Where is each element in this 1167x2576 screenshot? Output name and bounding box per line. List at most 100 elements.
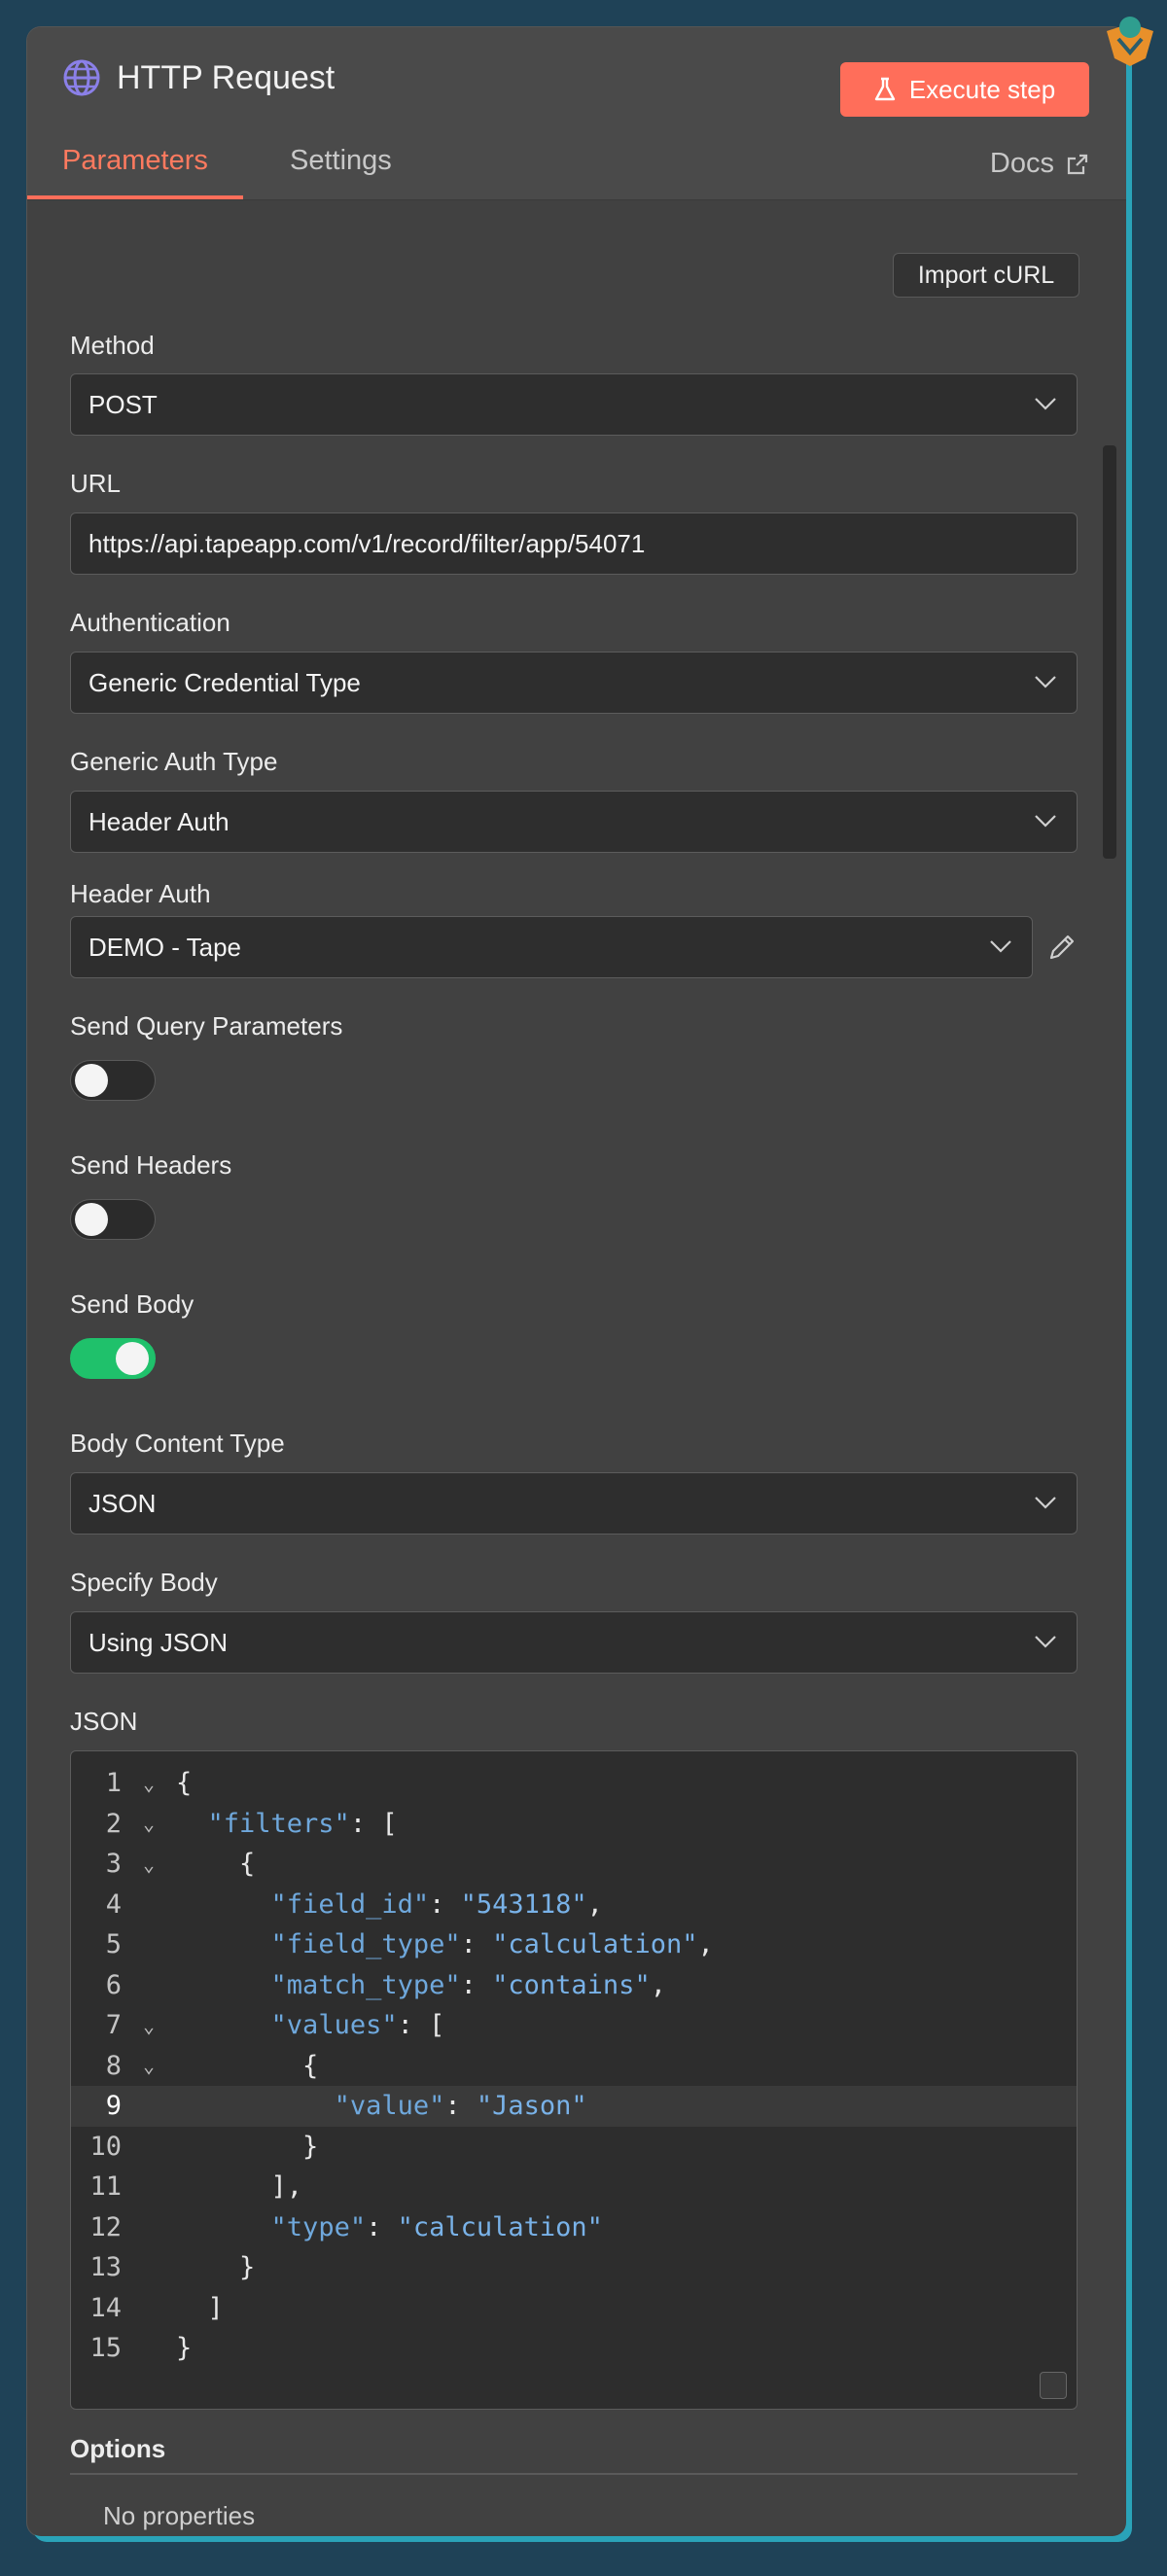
authentication-select[interactable]: Generic Credential Type — [70, 652, 1078, 714]
send-body-toggle[interactable] — [70, 1338, 156, 1379]
line-number: 15 — [89, 2333, 122, 2364]
line-number: 14 — [89, 2292, 122, 2323]
options-divider — [70, 2473, 1078, 2475]
line-number: 11 — [89, 2171, 122, 2203]
line-number: 2 — [105, 1808, 122, 1839]
code-line[interactable]: 6 "match_type": "contains", — [71, 1965, 1077, 2006]
url-input[interactable]: https://api.tapeapp.com/v1/record/filter… — [70, 512, 1078, 575]
header-auth-select[interactable]: DEMO - Tape — [70, 916, 1033, 978]
authentication-label: Authentication — [70, 608, 230, 637]
header-auth-value: DEMO - Tape — [88, 932, 242, 962]
line-number: 8 — [105, 2050, 122, 2081]
send-query-label: Send Query Parameters — [70, 1011, 343, 1041]
code-line[interactable]: 15} — [71, 2328, 1077, 2369]
fold-chevron-icon[interactable]: ⌄ — [122, 1812, 176, 1835]
send-headers-label: Send Headers — [70, 1150, 232, 1180]
code-line[interactable]: 4 "field_id": "543118", — [71, 1885, 1077, 1925]
line-number: 1 — [105, 1768, 122, 1799]
code-text: "field_type": "calculation", — [270, 1929, 714, 1960]
chevron-down-icon — [1035, 398, 1056, 410]
line-number: 9 — [105, 2091, 122, 2122]
execute-step-label: Execute step — [908, 74, 1056, 104]
code-line[interactable]: 8 ⌄ { — [71, 2046, 1077, 2087]
code-line[interactable]: 5 "field_type": "calculation", — [71, 1924, 1077, 1965]
docs-label: Docs — [989, 148, 1054, 179]
json-code-editor[interactable]: 15} 14 ] 13 } 12 "type": "calculation" 11 ],… — [70, 1750, 1078, 2410]
method-value: POST — [88, 389, 158, 419]
code-text: "values": [ — [270, 2010, 445, 2041]
send-headers-toggle[interactable] — [70, 1199, 156, 1240]
specify-body-select[interactable]: Using JSON — [70, 1611, 1078, 1674]
import-curl-button[interactable]: Import cURL — [893, 253, 1079, 298]
toggle-knob — [75, 1064, 108, 1097]
generic-auth-type-value: Header Auth — [88, 806, 230, 836]
docs-link[interactable]: Docs — [990, 148, 1089, 180]
body-content-type-select[interactable]: JSON — [70, 1472, 1078, 1535]
generic-auth-type-select[interactable]: Header Auth — [70, 791, 1078, 853]
external-link-icon — [1067, 154, 1088, 174]
line-number: 7 — [105, 2010, 122, 2041]
code-text: "value": "Jason" — [334, 2091, 587, 2122]
execute-step-button[interactable]: Execute step — [840, 62, 1089, 117]
code-line[interactable]: 7 ⌄ "values": [ — [71, 2005, 1077, 2046]
code-text: } — [176, 2131, 319, 2162]
edit-credential-pencil-icon[interactable] — [1046, 932, 1078, 963]
code-text: "type": "calculation" — [270, 2211, 603, 2242]
code-text: "match_type": "contains", — [270, 1969, 666, 2000]
chevron-down-icon — [990, 940, 1011, 953]
line-number: 3 — [105, 1849, 122, 1880]
code-text: { — [176, 1768, 193, 1799]
code-text: { — [176, 2050, 319, 2081]
panel-scrollbar[interactable] — [1103, 445, 1116, 859]
node-title: HTTP Request — [117, 58, 336, 96]
specify-body-value: Using JSON — [88, 1627, 229, 1657]
send-query-toggle[interactable] — [70, 1060, 156, 1101]
code-line[interactable]: 11 ], — [71, 2167, 1077, 2207]
json-label: JSON — [70, 1707, 138, 1736]
fold-chevron-icon[interactable]: ⌄ — [122, 1853, 176, 1876]
url-label: URL — [70, 469, 122, 498]
toggle-knob — [75, 1203, 108, 1236]
resize-handle-icon[interactable] — [1040, 2372, 1067, 2399]
url-value: https://api.tapeapp.com/v1/record/filter… — [88, 528, 646, 558]
specify-body-label: Specify Body — [70, 1568, 218, 1597]
method-select[interactable]: POST — [70, 373, 1078, 436]
chevron-down-icon — [1035, 676, 1056, 688]
line-number: 10 — [89, 2131, 122, 2162]
code-line[interactable]: 1 ⌄{ — [71, 1763, 1077, 1804]
line-number: 13 — [89, 2252, 122, 2283]
globe-icon — [63, 59, 100, 96]
line-number: 6 — [105, 1969, 122, 2000]
tab-settings[interactable]: Settings — [290, 135, 392, 199]
chevron-down-icon — [1035, 1497, 1056, 1509]
fold-chevron-icon[interactable]: ⌄ — [122, 2054, 176, 2077]
flask-icon — [874, 77, 896, 101]
code-text: "filters": [ — [207, 1808, 398, 1839]
code-text: "field_id": "543118", — [270, 1888, 603, 1920]
fold-chevron-icon[interactable]: ⌄ — [122, 1772, 176, 1795]
toggle-knob — [116, 1342, 149, 1375]
generic-auth-type-label: Generic Auth Type — [70, 747, 278, 776]
title-row: HTTP Request — [62, 58, 335, 97]
code-line[interactable]: 10 } — [71, 2127, 1077, 2168]
code-line[interactable]: 14 ] — [71, 2288, 1077, 2329]
chevron-down-icon — [1035, 1636, 1056, 1648]
header-auth-label: Header Auth — [70, 879, 211, 908]
fold-chevron-icon[interactable]: ⌄ — [122, 2014, 176, 2037]
code-text: ] — [176, 2292, 224, 2323]
code-text: } — [176, 2333, 193, 2364]
body-content-type-label: Body Content Type — [70, 1429, 285, 1458]
code-line[interactable]: 2 ⌄ "filters": [ — [71, 1804, 1077, 1845]
code-text: ], — [176, 2171, 303, 2203]
line-number: 4 — [105, 1888, 122, 1920]
code-text: { — [176, 1849, 256, 1880]
send-body-label: Send Body — [70, 1289, 194, 1319]
line-number: 12 — [89, 2211, 122, 2242]
panel-header: HTTP Request Execute step Parameters Set… — [27, 27, 1126, 200]
code-line[interactable]: 3 ⌄ { — [71, 1844, 1077, 1885]
tab-parameters[interactable]: Parameters — [27, 135, 243, 199]
code-line[interactable]: 9 "value": "Jason" — [71, 2086, 1077, 2127]
code-line[interactable]: 13 } — [71, 2247, 1077, 2288]
mascot-icon — [1107, 17, 1153, 66]
code-line[interactable]: 12 "type": "calculation" — [71, 2207, 1077, 2248]
